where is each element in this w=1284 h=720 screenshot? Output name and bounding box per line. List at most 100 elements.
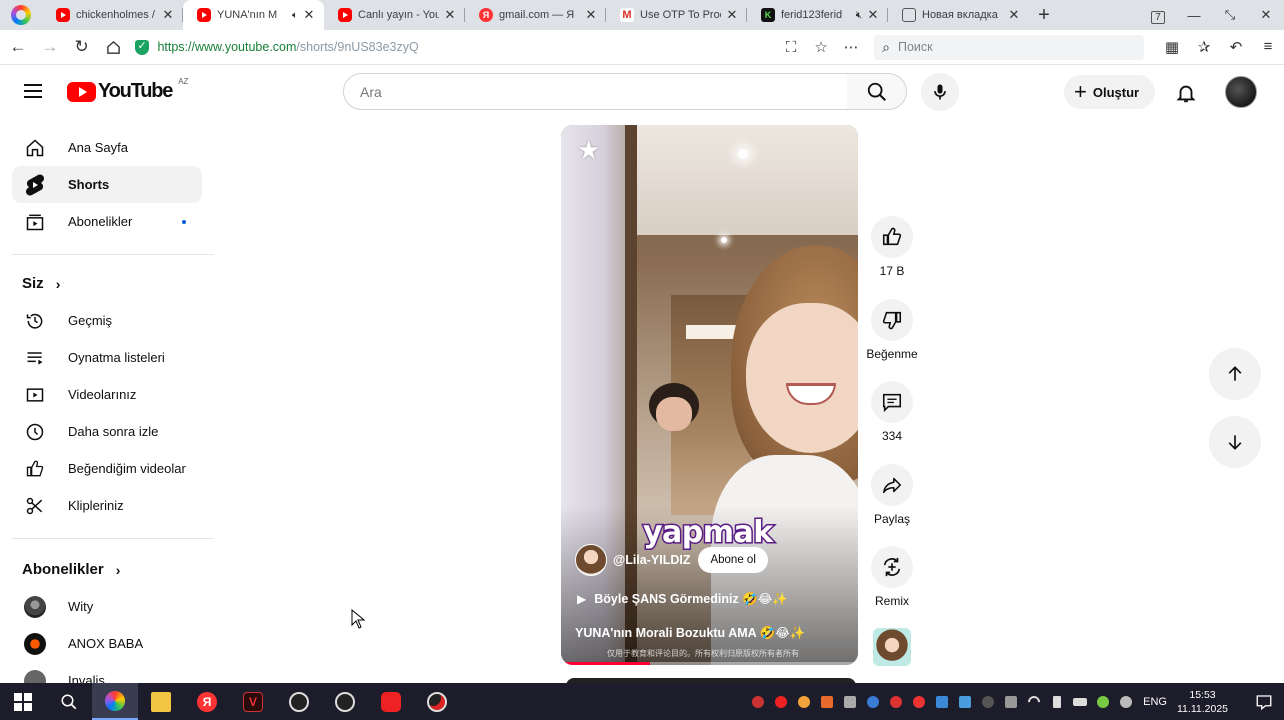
tray-app-icon[interactable] [1114, 695, 1137, 709]
tray-shield-icon[interactable] [861, 695, 884, 709]
taskbar-obs-recording-icon[interactable] [414, 683, 460, 720]
tab-yuna-active[interactable]: YUNA'nın M 🔈︎ ✕ [183, 0, 324, 30]
taskbar-yandex-icon[interactable]: Я [184, 683, 230, 720]
sidebar-subscriptions-header[interactable]: Abonelikler › [22, 561, 120, 578]
tray-app-icon[interactable] [907, 695, 930, 709]
muted-speaker-icon[interactable]: 🔇︎ [856, 10, 862, 21]
forward-icon[interactable]: → [36, 32, 64, 62]
tray-cloud-icon[interactable] [792, 695, 815, 709]
sidebar-you-header[interactable]: Siz › [22, 275, 60, 292]
browser-menu-logo[interactable] [0, 0, 42, 30]
sidebar-item-subscriptions[interactable]: Abonelikler [12, 203, 202, 240]
like-action[interactable]: 17 B [864, 216, 920, 278]
youtube-logo[interactable]: YouTube AZ [67, 77, 188, 103]
share-action[interactable]: Paylaş [864, 464, 920, 526]
tray-app-icon[interactable] [815, 695, 838, 709]
tray-record-icon[interactable] [769, 695, 792, 709]
tab-gmail-yandex[interactable]: Я gmail.com — Я ✕ [465, 0, 606, 30]
bookmark-star-icon[interactable]: ☆ [806, 38, 836, 56]
playlist-link[interactable]: ▶ Böyle ŞANS Görmediniz 🤣😂✨ [577, 591, 788, 607]
tab-chickenholmes[interactable]: chickenholmes / ✕ [42, 0, 183, 30]
share-button[interactable] [871, 464, 913, 506]
menu-icon[interactable]: ≡ [1252, 38, 1284, 56]
taskbar-clock[interactable]: 15:53 11.11.2025 [1177, 688, 1228, 716]
sidebar-channel-wity[interactable]: Wity [12, 588, 202, 625]
tab-kick-ferid[interactable]: K ferid123ferid 🔇︎ ✕ [747, 0, 888, 30]
search-input[interactable] [360, 83, 847, 100]
taskbar-obs-icon[interactable] [276, 683, 322, 720]
video-progress-bar[interactable] [561, 662, 858, 665]
taskbar-file-explorer-icon[interactable] [138, 683, 184, 720]
reload-icon[interactable]: ↻ [68, 32, 96, 62]
tray-app-icon[interactable] [884, 695, 907, 709]
wifi-icon[interactable] [1022, 693, 1045, 710]
tab-use-otp[interactable]: M Use OTP To Proc ✕ [606, 0, 747, 30]
collections-icon[interactable]: ▦ [1156, 38, 1188, 56]
sound-thumbnail[interactable] [873, 628, 911, 666]
sidebar-item-history[interactable]: Geçmiş [12, 302, 202, 339]
taskbar-video-editor-icon[interactable]: V [230, 683, 276, 720]
subscribe-button[interactable]: Abone ol [698, 547, 768, 573]
sidebar-item-playlists[interactable]: Oynatma listeleri [12, 339, 202, 376]
sidebar-item-clips[interactable]: Klipleriniz [12, 487, 202, 524]
close-tab-icon[interactable]: ✕ [866, 7, 880, 23]
tray-app-icon[interactable] [953, 695, 976, 709]
restore-icon[interactable]: ⤡ [1212, 7, 1248, 23]
sidebar-item-watch-later[interactable]: Daha sonra izle [12, 413, 202, 450]
taskbar-obs-second-icon[interactable] [322, 683, 368, 720]
new-tab-button[interactable]: + [1029, 0, 1059, 30]
remix-button[interactable] [871, 546, 913, 588]
search-button[interactable] [847, 73, 907, 110]
minimize-icon[interactable]: — [1176, 8, 1212, 23]
sidebar-channel-anox-baba[interactable]: ANOX BABA [12, 625, 202, 662]
tray-app-icon[interactable] [838, 695, 861, 709]
translate-icon[interactable]: ⛶ [776, 39, 806, 56]
sidebar-item-your-videos[interactable]: Videolarınız [12, 376, 202, 413]
tab-new-tab[interactable]: Новая вкладка ✕ [888, 0, 1029, 30]
channel-avatar[interactable] [575, 544, 607, 576]
comments-button[interactable] [871, 381, 913, 423]
close-tab-icon[interactable]: ✕ [584, 7, 598, 23]
more-dots-icon[interactable]: ⋯ [836, 38, 866, 56]
voice-search-button[interactable] [921, 73, 959, 111]
next-short-button[interactable] [1209, 416, 1261, 468]
battery-icon[interactable] [1068, 695, 1091, 709]
hamburger-menu-icon[interactable] [24, 84, 42, 98]
tab-count-badge[interactable]: 7 [1140, 8, 1176, 24]
taskbar-recorder-icon[interactable] [368, 683, 414, 720]
comment-action[interactable]: 334 [864, 381, 920, 443]
volume-icon[interactable] [1045, 695, 1068, 709]
windows-start-icon[interactable] [0, 683, 46, 720]
browser-search-field[interactable]: ⌕ Поиск [874, 34, 1145, 60]
close-tab-icon[interactable]: ✕ [443, 7, 457, 23]
dislike-action[interactable]: Beğenme [864, 299, 920, 361]
sidebar-item-shorts[interactable]: Shorts [12, 166, 202, 203]
create-button[interactable]: + Oluştur [1064, 75, 1156, 109]
sidebar-item-home[interactable]: Ana Sayfa [12, 129, 202, 166]
history-back-icon[interactable]: ↶ [1220, 38, 1252, 56]
speaker-icon[interactable]: 🔈︎ [292, 10, 298, 21]
favorites-icon[interactable]: ✰ [1188, 38, 1220, 56]
account-avatar[interactable] [1225, 76, 1257, 108]
taskbar-search-icon[interactable] [46, 683, 92, 720]
close-tab-icon[interactable]: ✕ [161, 7, 175, 23]
sidebar-channel-invalis[interactable]: Invalis [12, 662, 202, 683]
notifications-bell-icon[interactable] [1172, 79, 1200, 107]
dislike-button[interactable] [871, 299, 913, 341]
input-language[interactable]: ENG [1143, 696, 1167, 708]
back-icon[interactable]: ← [4, 32, 32, 62]
taskbar-browser-icon[interactable] [92, 683, 138, 720]
sidebar-item-liked-videos[interactable]: Beğendiğim videolar [12, 450, 202, 487]
tray-app-icon[interactable] [976, 695, 999, 709]
home-icon[interactable] [100, 32, 128, 62]
remix-action[interactable]: Remix [864, 546, 920, 608]
close-tab-icon[interactable]: ✕ [302, 7, 316, 23]
tray-keyboard-icon[interactable] [999, 695, 1022, 709]
close-tab-icon[interactable]: ✕ [1007, 7, 1021, 23]
url-field[interactable]: https://www.youtube.com/shorts/9nUS83e3z… [135, 35, 776, 60]
tray-app-icon[interactable] [1091, 695, 1114, 709]
tray-app-icon[interactable] [930, 695, 953, 709]
tray-app-icon[interactable] [746, 695, 769, 709]
notification-center-icon[interactable] [1244, 683, 1284, 720]
close-window-icon[interactable]: ✕ [1248, 7, 1284, 23]
